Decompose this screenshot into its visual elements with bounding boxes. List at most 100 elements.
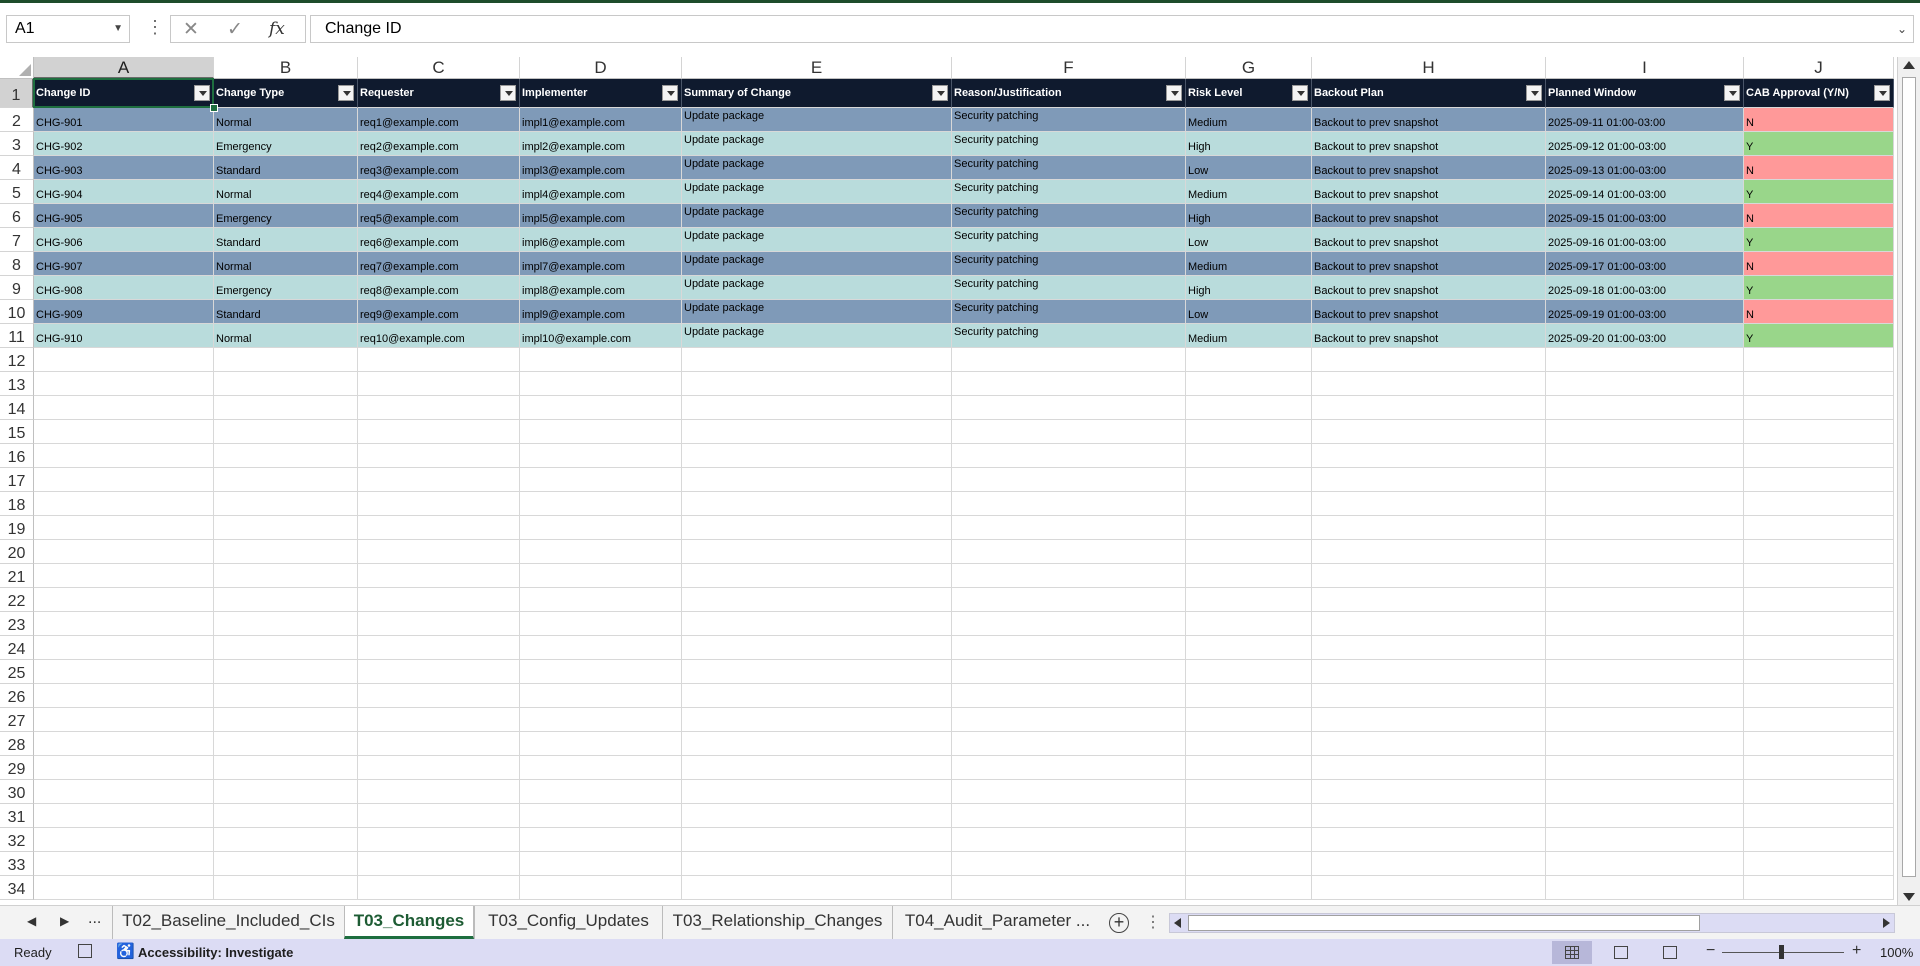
filter-dropdown-icon[interactable] [500,85,516,101]
table-cell[interactable]: impl10@example.com [520,324,682,348]
empty-cell[interactable] [682,612,952,636]
empty-cell[interactable] [1312,396,1546,420]
row-header-12[interactable]: 12 [0,348,34,372]
empty-cell[interactable] [682,372,952,396]
table-header-cell[interactable]: Backout Plan [1312,79,1546,108]
table-header-cell[interactable]: Planned Window [1546,79,1744,108]
empty-cell[interactable] [214,516,358,540]
empty-cell[interactable] [1312,420,1546,444]
table-header-cell[interactable]: Implementer [520,79,682,108]
empty-cell[interactable] [1312,636,1546,660]
empty-cell[interactable] [34,780,214,804]
row-header-11[interactable]: 11 [0,324,34,348]
empty-cell[interactable] [214,540,358,564]
empty-cell[interactable] [358,828,520,852]
scroll-right-icon[interactable] [1883,918,1890,928]
page-layout-view-button[interactable] [1601,941,1641,964]
empty-cell[interactable] [1186,876,1312,900]
empty-cell[interactable] [520,708,682,732]
empty-cell[interactable] [952,540,1186,564]
empty-cell[interactable] [1312,684,1546,708]
empty-cell[interactable] [1546,756,1744,780]
empty-cell[interactable] [358,444,520,468]
table-cell[interactable]: Security patching [952,228,1186,252]
table-cell[interactable]: Medium [1186,324,1312,348]
empty-cell[interactable] [1312,468,1546,492]
empty-cell[interactable] [1546,564,1744,588]
empty-cell[interactable] [1744,396,1894,420]
empty-cell[interactable] [1744,444,1894,468]
empty-cell[interactable] [358,684,520,708]
column-header-i[interactable]: I [1546,57,1744,79]
zoom-in-button[interactable]: + [1852,942,1861,960]
table-header-cell[interactable]: Risk Level [1186,79,1312,108]
table-cell[interactable]: Medium [1186,180,1312,204]
empty-cell[interactable] [358,540,520,564]
select-all-button[interactable] [0,57,34,79]
column-header-f[interactable]: F [952,57,1186,79]
table-cell[interactable]: Backout to prev snapshot [1312,252,1546,276]
empty-cell[interactable] [520,444,682,468]
empty-cell[interactable] [358,660,520,684]
empty-cell[interactable] [34,516,214,540]
empty-cell[interactable] [520,876,682,900]
empty-cell[interactable] [1546,540,1744,564]
empty-cell[interactable] [1744,468,1894,492]
empty-cell[interactable] [214,612,358,636]
table-cell[interactable]: impl5@example.com [520,204,682,228]
table-cell[interactable]: Normal [214,108,358,132]
empty-cell[interactable] [520,852,682,876]
empty-cell[interactable] [34,588,214,612]
empty-cell[interactable] [214,684,358,708]
formula-bar-options-icon[interactable]: ⋮ [146,17,164,38]
empty-cell[interactable] [1186,372,1312,396]
vertical-scrollbar[interactable] [1897,57,1920,905]
empty-cell[interactable] [682,732,952,756]
empty-cell[interactable] [1186,684,1312,708]
table-cell[interactable]: Y [1744,228,1894,252]
filter-dropdown-icon[interactable] [1166,85,1182,101]
table-cell[interactable]: 2025-09-17 01:00-03:00 [1546,252,1744,276]
empty-cell[interactable] [34,444,214,468]
empty-cell[interactable] [358,708,520,732]
table-cell[interactable]: Y [1744,180,1894,204]
filter-dropdown-icon[interactable] [1724,85,1740,101]
empty-cell[interactable] [34,612,214,636]
table-cell[interactable]: Backout to prev snapshot [1312,108,1546,132]
empty-cell[interactable] [520,540,682,564]
empty-cell[interactable] [682,708,952,732]
row-header-29[interactable]: 29 [0,756,34,780]
table-cell[interactable]: Backout to prev snapshot [1312,276,1546,300]
table-cell[interactable]: Update package [682,324,952,348]
empty-cell[interactable] [214,708,358,732]
column-header-a[interactable]: A [34,57,214,79]
empty-cell[interactable] [1312,372,1546,396]
table-cell[interactable]: High [1186,132,1312,156]
expand-formula-bar-icon[interactable]: ⌄ [1897,16,1907,42]
empty-cell[interactable] [952,516,1186,540]
empty-cell[interactable] [520,660,682,684]
table-cell[interactable]: impl9@example.com [520,300,682,324]
empty-cell[interactable] [952,492,1186,516]
empty-cell[interactable] [952,828,1186,852]
table-cell[interactable]: req7@example.com [358,252,520,276]
empty-cell[interactable] [1312,540,1546,564]
empty-cell[interactable] [34,852,214,876]
table-cell[interactable]: Backout to prev snapshot [1312,300,1546,324]
table-cell[interactable]: 2025-09-12 01:00-03:00 [1546,132,1744,156]
accessibility-status[interactable]: Accessibility: Investigate [138,945,293,960]
empty-cell[interactable] [214,828,358,852]
table-cell[interactable]: 2025-09-19 01:00-03:00 [1546,300,1744,324]
table-cell[interactable]: CHG-903 [34,156,214,180]
empty-cell[interactable] [358,636,520,660]
table-cell[interactable]: Security patching [952,252,1186,276]
empty-cell[interactable] [1546,804,1744,828]
empty-cell[interactable] [34,540,214,564]
empty-cell[interactable] [682,852,952,876]
empty-cell[interactable] [1186,396,1312,420]
table-cell[interactable]: impl8@example.com [520,276,682,300]
empty-cell[interactable] [682,636,952,660]
row-header-6[interactable]: 6 [0,204,34,228]
table-cell[interactable]: N [1744,252,1894,276]
confirm-entry-icon[interactable]: ✓ [227,18,243,41]
